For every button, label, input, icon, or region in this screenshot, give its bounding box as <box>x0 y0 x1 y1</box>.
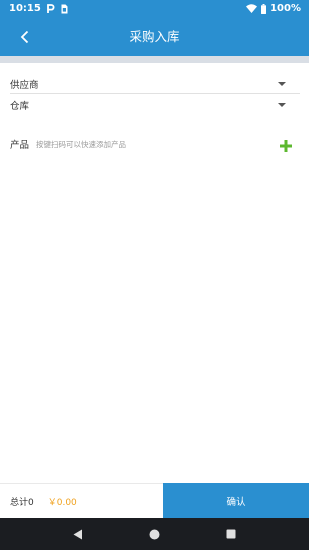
dropdown-arrow-icon <box>278 82 286 86</box>
chevron-left-icon <box>20 30 29 44</box>
bottom-bar: 总计0 ￥0.00 确认 <box>0 483 309 518</box>
status-right: 100% <box>246 3 301 14</box>
nav-back-button[interactable] <box>68 524 88 544</box>
plus-icon <box>280 140 292 152</box>
dropdown-arrow-icon <box>278 103 286 107</box>
warehouse-select[interactable]: 仓库 <box>10 96 300 114</box>
battery-percent: 100% <box>270 3 301 14</box>
total-count: 总计0 <box>10 497 34 508</box>
supplier-select[interactable]: 供应商 <box>10 75 300 93</box>
wifi-icon <box>246 4 258 13</box>
back-triangle-icon <box>73 529 83 539</box>
home-circle-icon <box>149 529 160 539</box>
total-summary: 总计0 ￥0.00 <box>10 484 77 518</box>
product-row: 产品 按键扫码可以快速添加产品 <box>10 134 300 154</box>
header-divider <box>0 56 309 63</box>
confirm-button[interactable]: 确认 <box>163 483 309 518</box>
app-bar: 采购入库 <box>0 17 309 56</box>
recents-square-icon <box>226 529 236 539</box>
add-product-button[interactable] <box>279 138 293 152</box>
product-hint: 按键扫码可以快速添加产品 <box>36 139 127 149</box>
field-divider <box>10 93 300 94</box>
nav-recents-button[interactable] <box>221 524 241 544</box>
sim-card-icon <box>61 4 68 13</box>
supplier-label: 供应商 <box>10 80 39 91</box>
total-amount: ￥0.00 <box>47 497 77 508</box>
system-nav-bar <box>0 518 309 550</box>
status-time: 10:15 <box>9 3 41 14</box>
back-button[interactable] <box>14 26 36 48</box>
p-notification-icon <box>46 3 55 13</box>
battery-icon <box>261 3 267 14</box>
page-title: 采购入库 <box>129 29 180 44</box>
product-label: 产品 <box>10 140 30 151</box>
status-left: 10:15 <box>9 3 68 14</box>
warehouse-label: 仓库 <box>10 101 30 112</box>
status-bar: 10:15 100% <box>0 0 309 17</box>
nav-home-button[interactable] <box>144 524 164 544</box>
